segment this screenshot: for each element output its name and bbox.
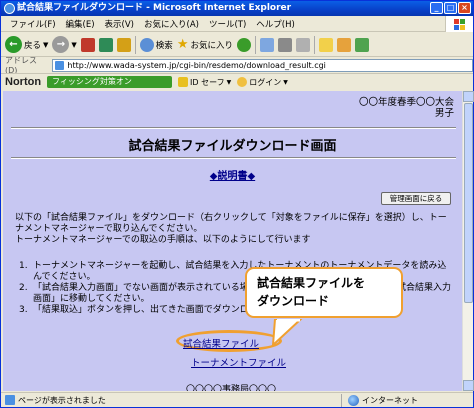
menu-bar: ファイル(F) 編集(E) 表示(V) お気に入り(A) ツール(T) ヘルプ(… [1, 16, 473, 32]
back-to-admin-button[interactable]: 管理画面に戻る [381, 192, 451, 205]
menu-edit[interactable]: 編集(E) [61, 18, 100, 30]
id-safe-button[interactable]: ID セーフ ▼ [178, 77, 231, 88]
toolbar: ← 戻る ▼ → ▼ 検索 ★ お気に入り [1, 33, 473, 57]
page-done-icon [5, 395, 15, 405]
norton-logo: Norton [5, 76, 42, 88]
address-input[interactable]: http://www.wada-system.jp/cgi-bin/resdem… [52, 58, 473, 72]
footer-text: 〇〇〇〇事務局〇〇〇 [186, 385, 277, 391]
callout-pointer [271, 319, 303, 347]
intro-text: 以下の「試合結果ファイル」をダウンロード（右クリックして「対象をファイルに保存」… [15, 213, 447, 234]
forward-arrow-icon: → [52, 36, 70, 53]
address-url: http://www.wada-system.jp/cgi-bin/resdem… [67, 60, 326, 70]
menu-view[interactable]: 表示(V) [100, 18, 139, 30]
manual-link[interactable]: ◆説明書◆ [3, 167, 462, 182]
phishing-toggle[interactable]: フィッシング対策オン [47, 76, 173, 88]
minimize-button[interactable]: _ [430, 2, 443, 14]
history-icon[interactable] [236, 37, 251, 52]
back-arrow-icon: ← [5, 36, 22, 53]
windows-logo-icon [445, 16, 473, 32]
maximize-button[interactable]: □ [444, 2, 457, 14]
toolbar-separator [134, 35, 136, 54]
address-label: アドレス(D) [5, 56, 37, 75]
menu-file[interactable]: ファイル(F) [5, 18, 61, 30]
login-label: ログイン [249, 77, 282, 87]
step-number: 3. [19, 305, 28, 315]
scroll-down-button[interactable] [463, 380, 474, 391]
login-icon [237, 77, 248, 87]
security-zone: インターネット [341, 393, 418, 407]
callout-line-2: ダウンロード [257, 294, 330, 308]
menu-favorites[interactable]: お気に入り(A) [139, 18, 204, 30]
page-title: 試合結果ファイルダウンロード画面 [128, 139, 337, 154]
favorites-label: お気に入り [190, 40, 233, 51]
discuss-icon[interactable] [318, 37, 333, 52]
zone-label: インターネット [362, 395, 418, 405]
title-bar: 試合結果ファイルダウンロード - Microsoft Internet Expl… [1, 1, 473, 16]
toolbar-separator [313, 35, 315, 54]
home-icon[interactable] [116, 37, 131, 52]
id-safe-dropdown-icon: ▼ [226, 78, 232, 86]
menu-tools[interactable]: ツール(T) [204, 18, 251, 30]
divider [11, 157, 456, 159]
step-number: 1. [19, 261, 28, 271]
search-icon [139, 37, 154, 52]
edit-icon[interactable] [295, 37, 310, 52]
norton-toolbar: Norton フィッシング対策オン ID セーフ ▼ ログイン ▼ [1, 73, 473, 90]
address-bar: アドレス(D) http://www.wada-system.jp/cgi-bi… [1, 56, 473, 75]
id-safe-label: ID セーフ [190, 77, 225, 87]
scroll-thumb[interactable] [464, 103, 473, 303]
toolbar-separator [254, 35, 256, 54]
back-dropdown-icon[interactable]: ▼ [43, 41, 48, 49]
search-label: 検索 [155, 40, 173, 51]
id-safe-icon [178, 77, 189, 87]
tournament-header: 〇〇年度春季〇〇大会 男子 [359, 97, 454, 119]
login-dropdown-icon: ▼ [283, 78, 288, 86]
close-button[interactable]: × [458, 2, 471, 14]
refresh-icon[interactable] [98, 37, 113, 52]
forward-button[interactable]: → ▼ [52, 36, 77, 53]
status-text: ページが表示されました [18, 395, 106, 405]
step-number: 2. [19, 283, 28, 293]
page-icon [55, 60, 65, 70]
back-label: 戻る [24, 40, 42, 51]
vertical-scrollbar[interactable] [462, 91, 474, 391]
scroll-up-button[interactable] [463, 91, 474, 102]
callout-line-1: 試合結果ファイルを [257, 276, 366, 290]
tournament-file-link[interactable]: トーナメントファイル [191, 355, 286, 369]
page-content: 〇〇年度春季〇〇大会 男子 試合結果ファイルダウンロード画面 ◆説明書◆ 管理画… [3, 91, 462, 391]
instructions: 以下の「試合結果ファイル」をダウンロード（右クリックして「対象をファイルに保存」… [15, 213, 455, 246]
divider [11, 127, 456, 129]
stop-icon[interactable] [80, 37, 95, 52]
back-button[interactable]: ← 戻る ▼ [5, 36, 48, 53]
menu-help[interactable]: ヘルプ(H) [251, 18, 300, 30]
favorites-button[interactable]: ★ お気に入り [177, 37, 233, 52]
favorites-star-icon: ★ [176, 37, 189, 52]
forward-dropdown-icon[interactable]: ▼ [71, 41, 76, 49]
tournament-name: 〇〇年度春季〇〇大会 [358, 97, 454, 108]
result-file-link[interactable]: 試合結果ファイル [183, 336, 259, 350]
status-bar: ページが表示されました インターネット [1, 392, 473, 407]
tournament-category: 男子 [434, 108, 454, 119]
internet-zone-icon [348, 394, 359, 406]
messenger-icon[interactable] [336, 37, 351, 52]
login-button[interactable]: ログイン ▼ [237, 77, 288, 88]
browser-window: 試合結果ファイルダウンロード - Microsoft Internet Expl… [0, 0, 474, 408]
research-icon[interactable] [354, 37, 369, 52]
window-title: 試合結果ファイルダウンロード - Microsoft Internet Expl… [17, 3, 292, 13]
callout-annotation: 試合結果ファイルを ダウンロード [245, 267, 403, 318]
search-button[interactable]: 検索 [139, 37, 173, 52]
intro-text-2: トーナメントマネージャーでの取込の手順は、以下のようにして行います [15, 235, 311, 245]
print-icon[interactable] [277, 37, 292, 52]
mail-icon[interactable] [259, 37, 274, 52]
ie-icon [4, 3, 15, 14]
